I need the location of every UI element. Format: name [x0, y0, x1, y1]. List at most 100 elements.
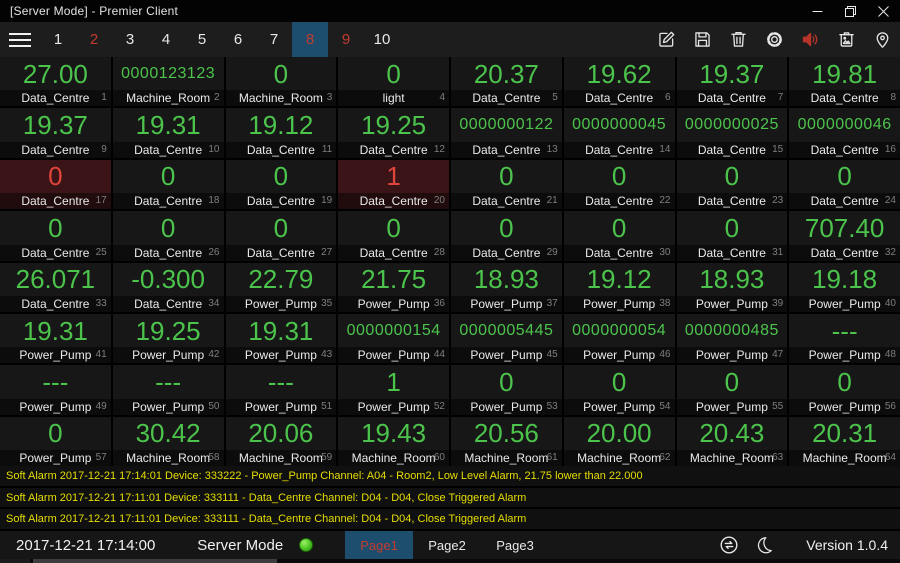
- grid-cell-34[interactable]: -0.300 Data_Centre 34: [112, 262, 224, 312]
- grid-cell-31[interactable]: 0 Data_Centre 31: [676, 211, 788, 261]
- grid-cell-14[interactable]: 0000000045 Data_Centre 14: [563, 108, 675, 158]
- snapshot-icon[interactable]: [828, 22, 864, 57]
- grid-cell-55[interactable]: 0 Power_Pump 55: [676, 365, 788, 415]
- grid-cell-6[interactable]: 19.62 Data_Centre 6: [563, 57, 675, 107]
- grid-cell-39[interactable]: 18.93 Power_Pump 39: [676, 262, 788, 312]
- minimize-icon[interactable]: [801, 0, 834, 22]
- grid-cell-50[interactable]: --- Power_Pump 50: [112, 365, 224, 415]
- grid-cell-51[interactable]: --- Power_Pump 51: [225, 365, 337, 415]
- grid-cell-30[interactable]: 0 Data_Centre 30: [563, 211, 675, 261]
- grid-cell-4[interactable]: 0 light 4: [338, 57, 449, 107]
- edit-icon[interactable]: [648, 22, 684, 57]
- grid-cell-25[interactable]: 0 Data_Centre 25: [0, 211, 111, 261]
- tab-page3[interactable]: Page3: [481, 531, 549, 559]
- grid-cell-40[interactable]: 19.18 Power_Pump 40: [789, 262, 900, 312]
- cell-value: 1: [386, 161, 401, 192]
- grid-cell-49[interactable]: --- Power_Pump 49: [0, 365, 111, 415]
- grid-cell-59[interactable]: 20.06 Machine_Room 59: [225, 416, 337, 466]
- grid-cell-32[interactable]: 707.40 Data_Centre 32: [789, 211, 900, 261]
- grid-cell-29[interactable]: 0 Data_Centre 29: [451, 211, 562, 261]
- grid-cell-13[interactable]: 0000000122 Data_Centre 13: [451, 108, 562, 158]
- toolbar-page-1[interactable]: 1: [40, 22, 76, 57]
- grid-cell-33[interactable]: 26.071 Data_Centre 33: [0, 262, 111, 312]
- toolbar-page-5[interactable]: 5: [184, 22, 220, 57]
- grid-cell-63[interactable]: 20.43 Machine_Room 63: [676, 416, 788, 466]
- toolbar-page-3[interactable]: 3: [112, 22, 148, 57]
- grid-cell-28[interactable]: 0 Data_Centre 28: [338, 211, 449, 261]
- grid-cell-20[interactable]: 1 Data_Centre 20: [338, 159, 449, 210]
- moon-icon[interactable]: [754, 535, 774, 555]
- tab-page1[interactable]: Page1: [345, 531, 413, 559]
- grid-cell-12[interactable]: 19.25 Data_Centre 12: [338, 108, 449, 158]
- grid-cell-44[interactable]: 0000000154 Power_Pump 44: [338, 313, 449, 364]
- tab-page2[interactable]: Page2: [413, 531, 481, 559]
- grid-cell-21[interactable]: 0 Data_Centre 21: [451, 159, 562, 210]
- scrollbar-thumb[interactable]: [33, 559, 277, 563]
- grid-cell-37[interactable]: 18.93 Power_Pump 37: [451, 262, 562, 312]
- grid-cell-1[interactable]: 27.00 Data_Centre 1: [0, 57, 111, 107]
- grid-cell-18[interactable]: 0 Data_Centre 18: [112, 159, 224, 210]
- alarm-message[interactable]: Soft Alarm 2017-12-21 17:11:01 Device: 3…: [0, 487, 900, 510]
- grid-cell-7[interactable]: 19.37 Data_Centre 7: [676, 57, 788, 107]
- toolbar-page-6[interactable]: 6: [220, 22, 256, 57]
- grid-cell-3[interactable]: 0 Machine_Room 3: [225, 57, 337, 107]
- grid-cell-10[interactable]: 19.31 Data_Centre 10: [112, 108, 224, 158]
- grid-cell-2[interactable]: 0000123123 Machine_Room 2: [112, 57, 224, 107]
- grid-cell-15[interactable]: 0000000025 Data_Centre 15: [676, 108, 788, 158]
- grid-cell-56[interactable]: 0 Power_Pump 56: [789, 365, 900, 415]
- grid-cell-54[interactable]: 0 Power_Pump 54: [563, 365, 675, 415]
- cell-label-row: Data_Centre 19: [225, 193, 337, 210]
- grid-cell-9[interactable]: 19.37 Data_Centre 9: [0, 108, 111, 158]
- grid-cell-53[interactable]: 0 Power_Pump 53: [451, 365, 562, 415]
- toolbar-page-2[interactable]: 2: [76, 22, 112, 57]
- grid-cell-26[interactable]: 0 Data_Centre 26: [112, 211, 224, 261]
- sync-icon[interactable]: [718, 534, 740, 556]
- grid-cell-17[interactable]: 0 Data_Centre 17: [0, 159, 111, 210]
- settings-icon[interactable]: [756, 22, 792, 57]
- toolbar-page-8[interactable]: 8: [292, 22, 328, 57]
- grid-cell-46[interactable]: 0000000054 Power_Pump 46: [563, 313, 675, 364]
- grid-cell-47[interactable]: 0000000485 Power_Pump 47: [676, 313, 788, 364]
- grid-cell-8[interactable]: 19.81 Data_Centre 8: [789, 57, 900, 107]
- grid-cell-48[interactable]: --- Power_Pump 48: [789, 313, 900, 364]
- horizontal-scrollbar[interactable]: [0, 559, 900, 563]
- alarm-message[interactable]: Soft Alarm 2017-12-21 17:14:01 Device: 3…: [0, 466, 900, 488]
- grid-cell-5[interactable]: 20.37 Data_Centre 5: [451, 57, 562, 107]
- grid-cell-62[interactable]: 20.00 Machine_Room 62: [563, 416, 675, 466]
- close-icon[interactable]: [867, 0, 900, 22]
- grid-cell-11[interactable]: 19.12 Data_Centre 11: [225, 108, 337, 158]
- grid-cell-24[interactable]: 0 Data_Centre 24: [789, 159, 900, 210]
- grid-cell-52[interactable]: 1 Power_Pump 52: [338, 365, 449, 415]
- toolbar-page-4[interactable]: 4: [148, 22, 184, 57]
- grid-cell-36[interactable]: 21.75 Power_Pump 36: [338, 262, 449, 312]
- grid-cell-42[interactable]: 19.25 Power_Pump 42: [112, 313, 224, 364]
- grid-cell-58[interactable]: 30.42 Machine_Room 58: [112, 416, 224, 466]
- grid-cell-43[interactable]: 19.31 Power_Pump 43: [225, 313, 337, 364]
- menu-icon[interactable]: [0, 22, 40, 57]
- cell-label: Data_Centre: [810, 245, 879, 260]
- toolbar-page-10[interactable]: 10: [364, 22, 400, 57]
- grid-cell-61[interactable]: 20.56 Machine_Room 61: [451, 416, 562, 466]
- grid-cell-38[interactable]: 19.12 Power_Pump 38: [563, 262, 675, 312]
- cell-label-row: Power_Pump 50: [112, 398, 224, 415]
- save-icon[interactable]: [684, 22, 720, 57]
- delete-icon[interactable]: [720, 22, 756, 57]
- cell-value: 20.00: [586, 418, 652, 449]
- location-icon[interactable]: [864, 22, 900, 57]
- grid-cell-16[interactable]: 0000000046 Data_Centre 16: [789, 108, 900, 158]
- alarm-message[interactable]: Soft Alarm 2017-12-21 17:11:01 Device: 3…: [0, 509, 900, 532]
- grid-cell-57[interactable]: 0 Power_Pump 57: [0, 416, 111, 466]
- audio-icon[interactable]: [792, 22, 828, 57]
- toolbar-page-9[interactable]: 9: [328, 22, 364, 57]
- grid-cell-35[interactable]: 22.79 Power_Pump 35: [225, 262, 337, 312]
- grid-cell-64[interactable]: 20.31 Machine_Room 64: [789, 416, 900, 466]
- grid-cell-22[interactable]: 0 Data_Centre 22: [563, 159, 675, 210]
- restore-icon[interactable]: [834, 0, 867, 22]
- grid-cell-23[interactable]: 0 Data_Centre 23: [676, 159, 788, 210]
- grid-cell-60[interactable]: 19.43 Machine_Room 60: [338, 416, 449, 466]
- grid-cell-19[interactable]: 0 Data_Centre 19: [225, 159, 337, 210]
- grid-cell-45[interactable]: 0000005445 Power_Pump 45: [451, 313, 562, 364]
- grid-cell-27[interactable]: 0 Data_Centre 27: [225, 211, 337, 261]
- toolbar-page-7[interactable]: 7: [256, 22, 292, 57]
- grid-cell-41[interactable]: 19.31 Power_Pump 41: [0, 313, 111, 364]
